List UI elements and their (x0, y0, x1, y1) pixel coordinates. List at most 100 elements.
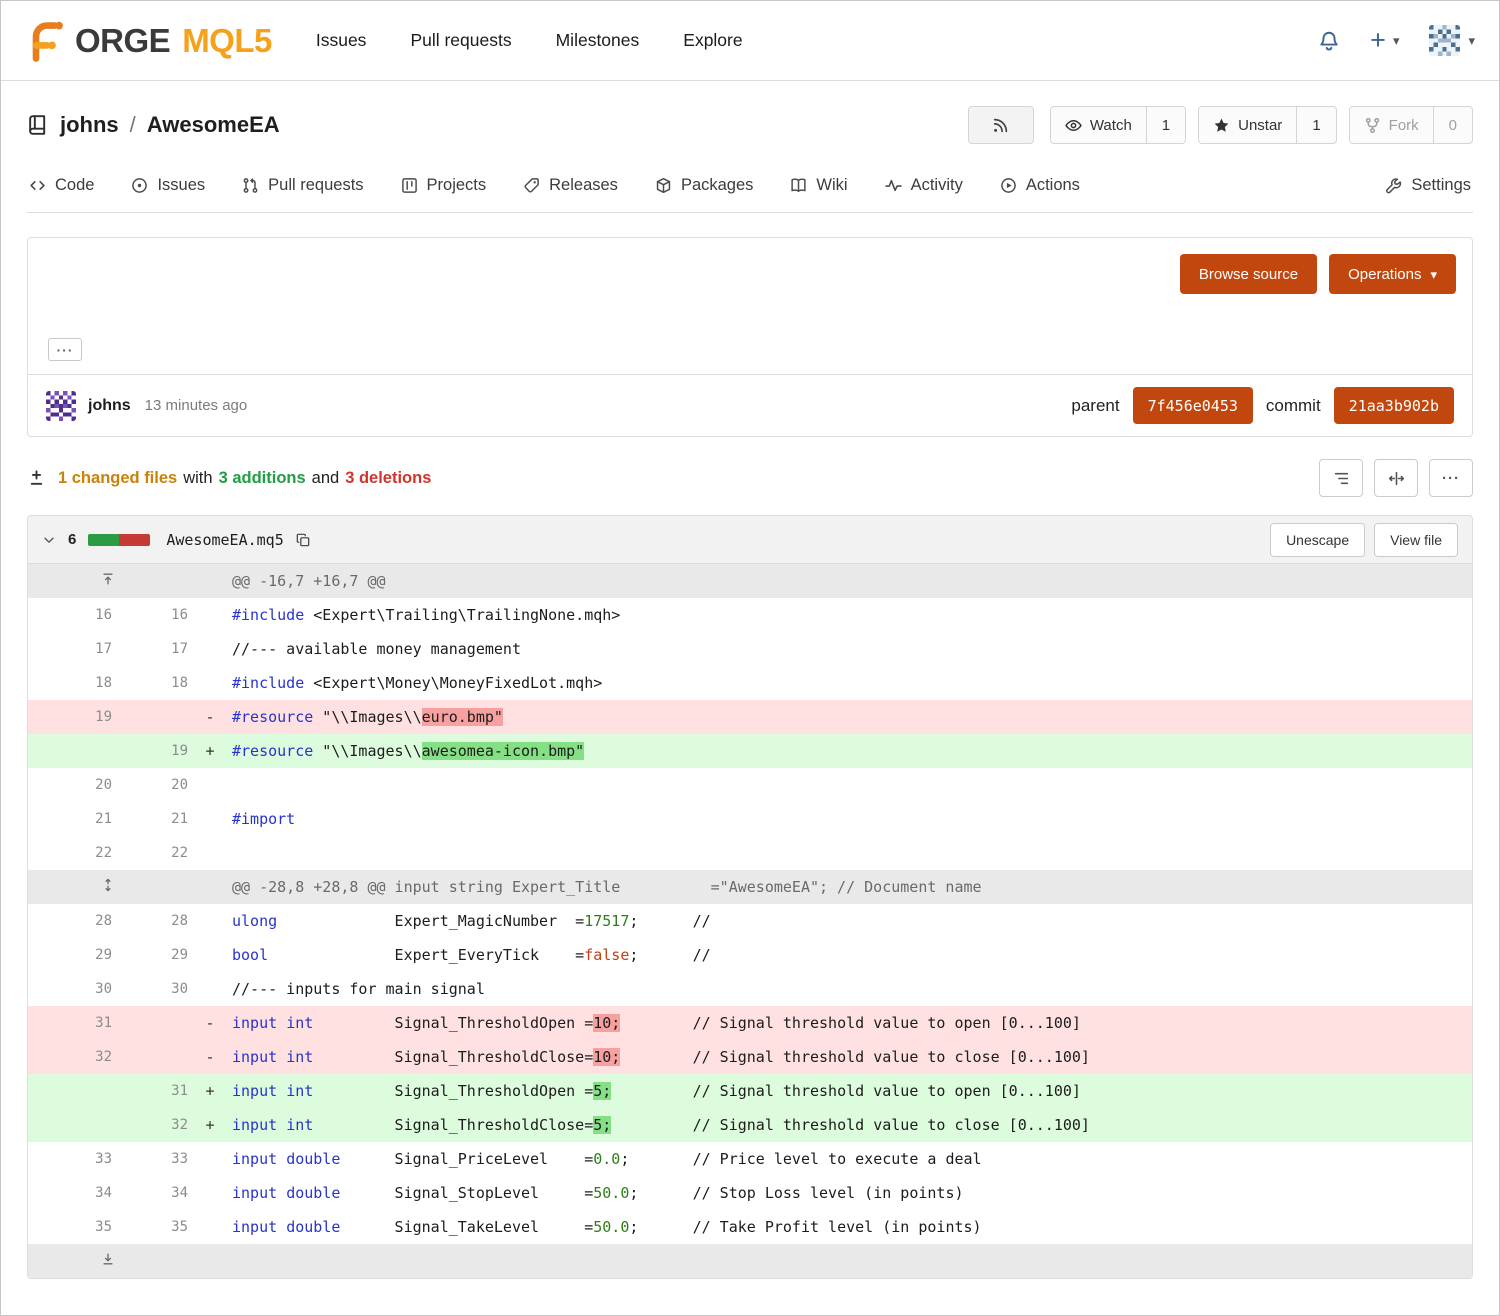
code-line: //--- available money management (232, 632, 1472, 666)
tab-settings[interactable]: Settings (1385, 176, 1471, 195)
diff-options-button[interactable]: ··· (1429, 459, 1473, 497)
new-line-number[interactable]: 32 (112, 1108, 188, 1142)
forge-mql5-logo[interactable]: ORGE MQL5 (25, 19, 272, 63)
view-file-button[interactable]: View file (1374, 523, 1458, 557)
watch-button[interactable]: Watch (1051, 107, 1146, 143)
book-icon (790, 177, 807, 194)
code-segment: double (286, 1184, 340, 1202)
nav-item-explore[interactable]: Explore (683, 30, 742, 51)
old-line-number[interactable]: 22 (28, 836, 112, 870)
repo-tabs: Code Issues Pull requests Projects Relea… (27, 159, 1473, 213)
old-line-number[interactable]: 30 (28, 972, 112, 1006)
code-line: input double Signal_PriceLevel =0.0; // … (232, 1142, 1472, 1176)
old-line-number[interactable]: 19 (28, 700, 112, 734)
browse-source-button[interactable]: Browse source (1180, 254, 1317, 294)
code-segment: Signal_StopLevel = (340, 1184, 593, 1202)
new-line-number[interactable]: 19 (112, 734, 188, 768)
new-line-number[interactable]: 20 (112, 768, 188, 802)
parent-hash-button[interactable]: 7f456e0453 (1133, 387, 1253, 424)
tab-releases[interactable]: Releases (523, 176, 618, 195)
nav-item-milestones[interactable]: Milestones (556, 30, 640, 51)
tab-packages[interactable]: Packages (655, 176, 753, 195)
new-line-number[interactable]: 22 (112, 836, 188, 870)
tab-code[interactable]: Code (29, 176, 94, 195)
nav-item-pull-requests[interactable]: Pull requests (410, 30, 511, 51)
new-line-number[interactable] (112, 1006, 188, 1040)
user-menu-button[interactable]: ▾ (1429, 25, 1475, 56)
repo-name-link[interactable]: AwesomeEA (147, 112, 280, 138)
code-line: input int Signal_ThresholdOpen =10; // S… (232, 1006, 1472, 1040)
code-segment: // Signal threshold value to open [0...1… (620, 1014, 1081, 1032)
fork-count[interactable]: 0 (1433, 107, 1472, 143)
repo-owner-link[interactable]: johns (60, 112, 119, 138)
code-segment: input (232, 1014, 277, 1032)
old-line-number[interactable]: 29 (28, 938, 112, 972)
old-line-number[interactable]: 20 (28, 768, 112, 802)
sign-cell (188, 972, 232, 1006)
old-line-number[interactable]: 34 (28, 1176, 112, 1210)
tab-pull-requests[interactable]: Pull requests (242, 176, 363, 195)
new-line-number[interactable]: 16 (112, 598, 188, 632)
new-line-number[interactable]: 21 (112, 802, 188, 836)
unstar-button[interactable]: Unstar (1199, 107, 1296, 143)
tab-activity[interactable]: Activity (885, 176, 963, 195)
project-board-icon (401, 177, 418, 194)
old-line-number[interactable] (28, 1108, 112, 1142)
tab-issues[interactable]: Issues (131, 176, 205, 195)
sign-cell (188, 802, 232, 836)
unescape-button[interactable]: Unescape (1270, 523, 1365, 557)
new-line-number[interactable]: 28 (112, 904, 188, 938)
old-line-number[interactable] (28, 1074, 112, 1108)
expand-hunk-button[interactable] (28, 564, 188, 598)
old-line-number[interactable]: 16 (28, 598, 112, 632)
tab-wiki[interactable]: Wiki (790, 176, 847, 195)
fork-button[interactable]: Fork (1350, 107, 1433, 143)
tab-projects[interactable]: Projects (401, 176, 487, 195)
new-line-number[interactable] (112, 700, 188, 734)
old-line-number[interactable] (28, 734, 112, 768)
nav-item-issues[interactable]: Issues (316, 30, 367, 51)
tab-label: Issues (157, 176, 205, 195)
old-line-number[interactable]: 32 (28, 1040, 112, 1074)
notifications-bell-icon[interactable] (1318, 30, 1340, 52)
diff-row: 3535input double Signal_TakeLevel =50.0;… (28, 1210, 1472, 1244)
create-new-button[interactable]: + ▾ (1370, 27, 1399, 54)
expand-hunk-button[interactable] (28, 1244, 188, 1278)
rss-button[interactable] (968, 106, 1034, 144)
fork-button-group: Fork 0 (1349, 106, 1473, 144)
file-tree-toggle-button[interactable] (1319, 459, 1363, 497)
old-line-number[interactable]: 28 (28, 904, 112, 938)
split-view-button[interactable] (1374, 459, 1418, 497)
old-line-number[interactable]: 18 (28, 666, 112, 700)
commit-hash-button[interactable]: 21aa3b902b (1334, 387, 1454, 424)
old-line-number[interactable]: 33 (28, 1142, 112, 1176)
watch-count[interactable]: 1 (1146, 107, 1185, 143)
old-line-number[interactable]: 21 (28, 802, 112, 836)
old-line-number[interactable]: 35 (28, 1210, 112, 1244)
author-avatar[interactable] (46, 391, 76, 421)
tab-actions[interactable]: Actions (1000, 176, 1080, 195)
old-line-number[interactable]: 31 (28, 1006, 112, 1040)
old-line-number[interactable]: 17 (28, 632, 112, 666)
copy-file-name-icon[interactable] (296, 533, 310, 547)
diff-row (28, 1244, 1472, 1278)
new-line-number[interactable]: 35 (112, 1210, 188, 1244)
expand-commit-message-button[interactable]: ··· (48, 338, 82, 361)
new-line-number[interactable]: 34 (112, 1176, 188, 1210)
code-segment: // Signal threshold value to close [0...… (620, 1048, 1090, 1066)
new-line-number[interactable]: 30 (112, 972, 188, 1006)
list-tree-icon (1333, 470, 1350, 487)
sign-cell: + (188, 1074, 232, 1108)
commit-author-link[interactable]: johns (88, 397, 131, 415)
collapse-file-chevron-icon[interactable] (42, 533, 56, 547)
new-line-number[interactable]: 18 (112, 666, 188, 700)
operations-button[interactable]: Operations ▾ (1329, 254, 1456, 294)
expand-hunk-button[interactable] (28, 870, 188, 904)
new-line-number[interactable]: 17 (112, 632, 188, 666)
new-line-number[interactable]: 29 (112, 938, 188, 972)
new-line-number[interactable]: 31 (112, 1074, 188, 1108)
star-count[interactable]: 1 (1296, 107, 1335, 143)
new-line-number[interactable]: 33 (112, 1142, 188, 1176)
new-line-number[interactable] (112, 1040, 188, 1074)
code-segment: int (286, 1048, 313, 1066)
